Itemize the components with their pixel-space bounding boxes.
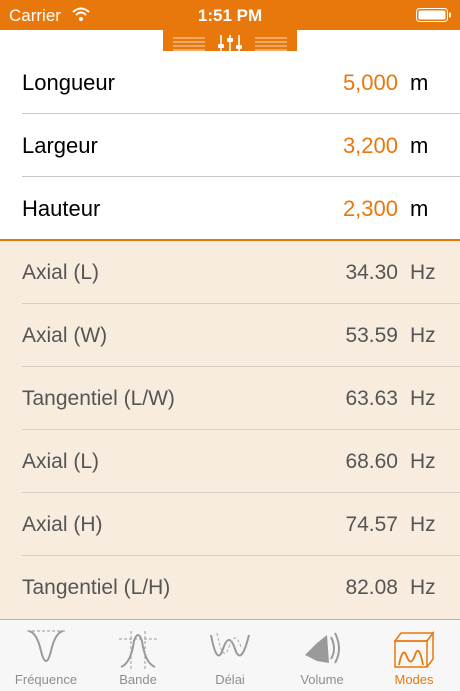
battery-icon [416,8,451,22]
list-item: Axial (W) 53.59 Hz [0,304,460,367]
mode-label: Axial (W) [22,324,108,347]
mode-frequency: 34.30 [345,261,398,284]
mode-unit: Hz [410,324,436,347]
mode-label: Axial (H) [22,513,103,536]
width-value[interactable]: 3,200 [343,133,398,159]
list-item: Tangentiel (L/H) 82.08 Hz [0,556,460,619]
room-modes-icon [393,630,435,668]
input-unit: m [410,70,429,95]
input-row-hauteur[interactable]: Hauteur 2,300 m [0,177,460,240]
mode-frequency: 74.57 [345,513,398,536]
tab-bar: Fréquence Bande Délai Volume Modes [0,619,460,691]
frequency-curve-icon [27,630,65,662]
mode-unit: Hz [410,387,436,410]
input-label: Largeur [22,133,98,158]
list-item: Axial (H) 74.57 Hz [0,493,460,556]
tab-modes[interactable]: Modes [368,620,460,691]
height-value[interactable]: 2,300 [343,196,398,222]
mode-unit: Hz [410,576,436,599]
tab-delai[interactable]: Délai [184,620,276,691]
mode-unit: Hz [410,513,436,536]
band-curve-icon [119,631,157,669]
delay-wave-icon [210,632,250,657]
mode-unit: Hz [410,450,436,473]
list-item: Tangentiel (L/W) 63.63 Hz [0,367,460,430]
mode-unit: Hz [410,261,436,284]
mode-label: Axial (L) [22,261,100,284]
status-bar: Carrier 1:51 PM [0,0,460,30]
tab-label: Modes [394,672,434,687]
list-item: Axial (L) 68.60 Hz [0,430,460,493]
mode-label: Tangentiel (L/W) [22,387,175,410]
mode-label: Axial (L) [22,450,100,473]
mode-label: Tangentiel (L/H) [22,576,171,599]
length-value[interactable]: 5,000 [343,70,398,96]
mode-frequency: 53.59 [345,324,398,347]
status-time: 1:51 PM [197,6,263,25]
input-label: Hauteur [22,196,101,221]
input-unit: m [410,196,429,221]
modes-results-list[interactable]: Axial (L) 34.30 Hz Axial (W) 53.59 Hz Ta… [0,241,460,619]
tab-label: Volume [300,672,344,687]
speaker-volume-icon [305,632,340,664]
tab-bande[interactable]: Bande [92,620,184,691]
tab-label: Fréquence [14,672,78,687]
tab-volume[interactable]: Volume [276,620,368,691]
input-row-longueur[interactable]: Longueur 5,000 m [0,51,460,114]
tab-label: Bande [119,672,157,687]
mode-frequency: 68.60 [345,450,398,473]
input-unit: m [410,133,429,158]
mode-frequency: 82.08 [345,576,398,599]
list-item: Axial (L) 34.30 Hz [0,241,460,304]
mode-frequency: 63.63 [345,387,398,410]
input-label: Longueur [22,70,115,95]
tab-frequence[interactable]: Fréquence [0,620,92,691]
tab-label: Délai [215,672,245,687]
input-row-largeur[interactable]: Largeur 3,200 m [0,114,460,177]
